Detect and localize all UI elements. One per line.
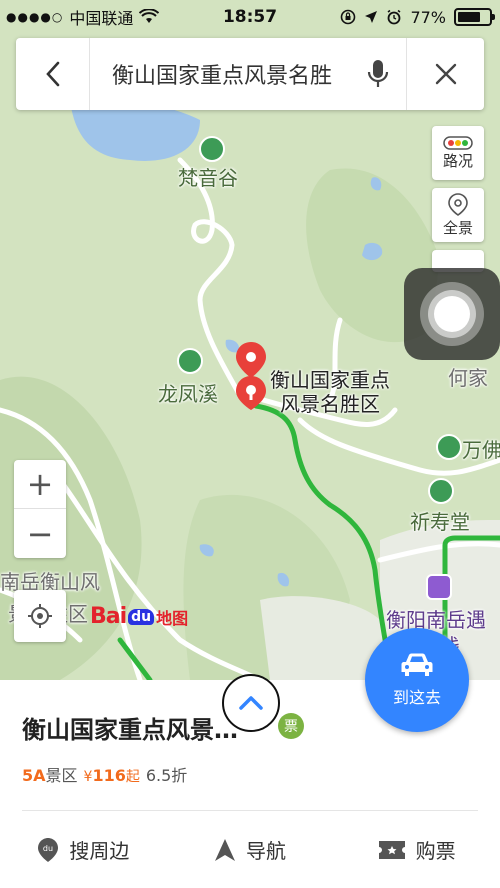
place-title: 衡山国家重点风景… (22, 716, 238, 744)
status-bar: ●●●●○ 中国联通 18:57 77% (0, 0, 500, 34)
place-discount: 6.5折 (145, 766, 188, 785)
assistive-touch-button[interactable] (404, 268, 500, 360)
microphone-icon (367, 60, 389, 87)
go-here-label: 到这去 (392, 688, 441, 707)
price-suffix: 起 (125, 769, 140, 785)
scenic-spot-icon[interactable] (436, 434, 462, 460)
baidu-map-logo: Bai du 地图 (90, 604, 188, 629)
label-wanfo[interactable]: 万佛 (462, 434, 500, 463)
action-bar: du 搜周边 导航 购票 (0, 811, 500, 888)
panorama-label: 全景 (442, 218, 473, 237)
back-button[interactable] (16, 38, 90, 110)
logo-ditu: 地图 (156, 608, 189, 628)
close-icon (435, 63, 456, 85)
battery-icon (454, 8, 495, 26)
scenic-spot-icon[interactable] (428, 478, 454, 504)
hotel-icon[interactable] (426, 574, 452, 600)
zoom-in-button[interactable]: + (14, 460, 66, 509)
search-bar: 衡山国家重点风景名胜 (16, 38, 484, 110)
label-shoutang[interactable]: 祈寿堂 (410, 506, 470, 535)
scenic-spot-icon[interactable] (199, 136, 225, 162)
zoom-control: + − (14, 460, 66, 558)
panorama-button[interactable]: 全景 (432, 188, 484, 242)
place-meta: 5A 景区 ¥116起 6.5折 (22, 762, 187, 786)
traffic-button[interactable]: 路况 (432, 126, 484, 180)
price-value: 116 (92, 766, 126, 785)
traffic-label: 路况 (442, 151, 473, 170)
scenic-spot-icon[interactable] (177, 348, 203, 374)
place-price: ¥116起 (84, 766, 140, 786)
voice-search-button[interactable] (350, 38, 406, 110)
rotation-lock-icon (341, 9, 356, 25)
navigate-label: 导航 (246, 839, 286, 863)
navigate-button[interactable]: 导航 (167, 811, 334, 888)
nearby-pin-icon: du (38, 837, 59, 862)
go-here-button[interactable]: 到这去 (365, 628, 469, 732)
place-grade: 5A (22, 766, 46, 785)
logo-du: du (128, 608, 155, 625)
label-hejia[interactable]: 何家 (448, 362, 488, 391)
buy-ticket-button[interactable]: 购票 (333, 811, 500, 888)
crosshair-icon (28, 604, 52, 628)
label-hotel-line1[interactable]: 衡阳南岳遇 (386, 604, 486, 633)
label-fanyingu[interactable]: 梵音谷 (178, 162, 238, 191)
search-nearby-button[interactable]: du 搜周边 (0, 811, 167, 888)
zoom-out-button[interactable]: − (14, 509, 66, 558)
ticket-badge: 票 (278, 713, 304, 739)
marker-label-line1[interactable]: 衡山国家重点 (270, 368, 390, 392)
place-grade-suffix: 景区 (45, 766, 78, 785)
location-arrow-icon (365, 11, 378, 23)
marker-label-line2[interactable]: 风景名胜区 (280, 392, 380, 416)
buy-ticket-label: 购票 (415, 839, 456, 863)
search-nearby-label: 搜周边 (69, 839, 130, 863)
clear-search-button[interactable] (406, 38, 484, 110)
car-icon (401, 653, 433, 676)
alarm-icon (387, 9, 401, 25)
svg-text:du: du (43, 844, 53, 853)
battery-percent: 77% (410, 7, 446, 27)
label-longfengxi[interactable]: 龙凤溪 (158, 378, 218, 407)
expand-sheet-button[interactable] (222, 674, 280, 732)
search-input[interactable]: 衡山国家重点风景名胜 (90, 58, 350, 90)
ticket-icon (378, 840, 405, 859)
chevron-left-icon (45, 61, 59, 87)
chevron-up-icon (239, 696, 263, 710)
my-location-button[interactable] (14, 590, 66, 642)
location-pin-icon[interactable] (232, 340, 270, 410)
logo-bai: Bai (90, 604, 127, 629)
traffic-light-icon (443, 135, 473, 150)
navigation-arrow-icon (215, 838, 235, 861)
panorama-pin-icon (448, 192, 468, 216)
